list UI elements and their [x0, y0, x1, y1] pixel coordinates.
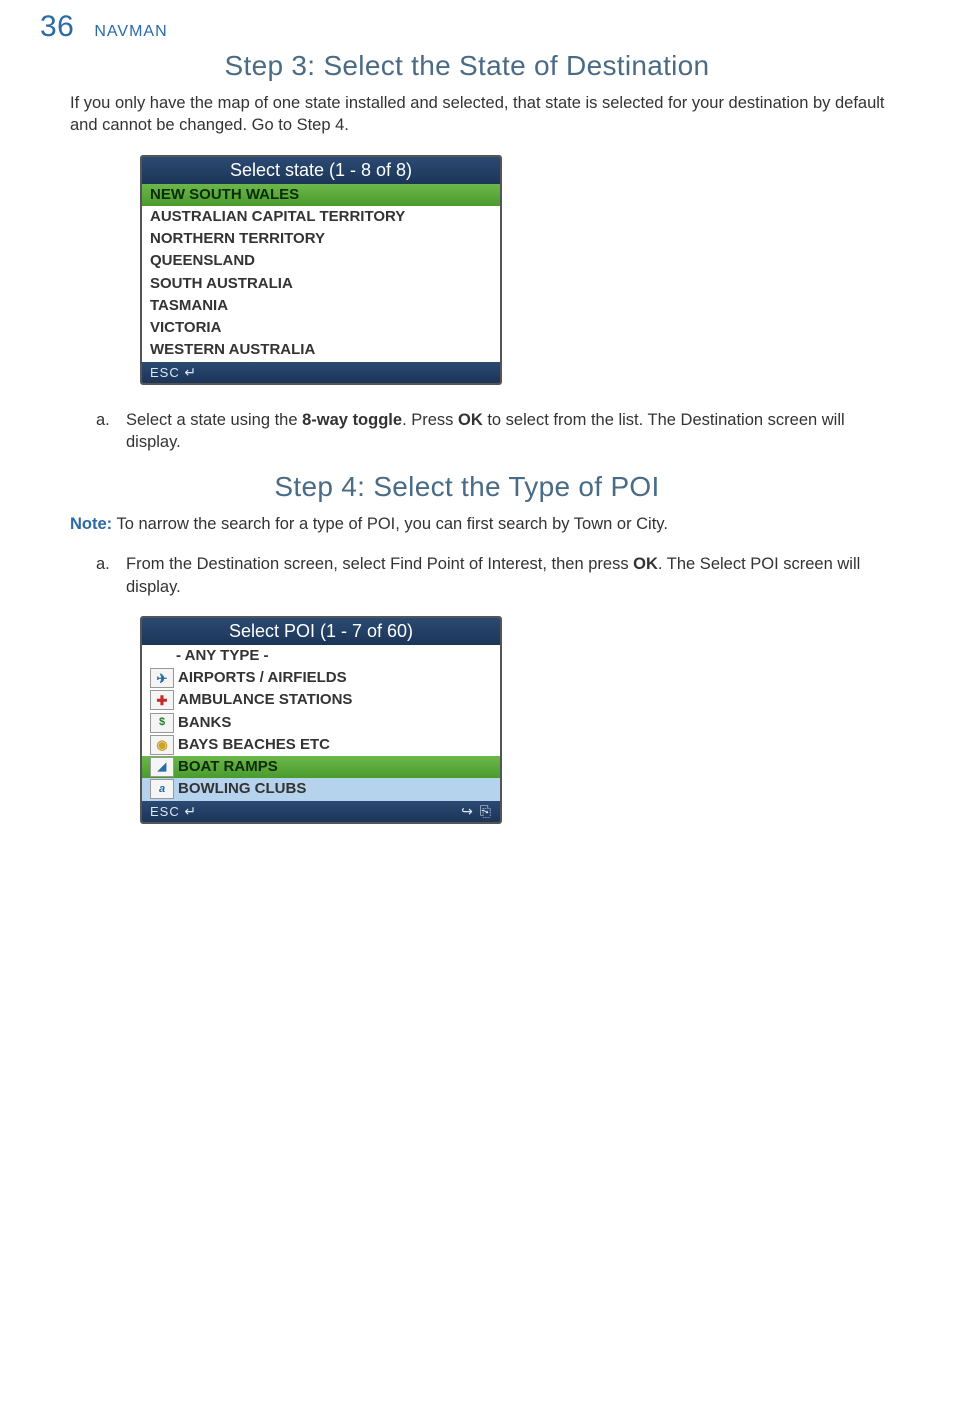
- list-item-label: NORTHERN TERRITORY: [150, 229, 325, 249]
- list-item-label: WESTERN AUSTRALIA: [150, 340, 315, 360]
- list-item[interactable]: VICTORIA: [142, 317, 500, 339]
- airplane-icon: ✈: [150, 668, 174, 688]
- brand-label: NAVMAN: [94, 23, 167, 41]
- boat-ramp-icon: ◢: [150, 757, 174, 777]
- select-state-titlebar: Select state (1 - 8 of 8): [142, 157, 500, 184]
- list-item-label: AMBULANCE STATIONS: [178, 690, 352, 710]
- enter-icon: ↵: [184, 364, 197, 380]
- bank-icon: $: [150, 713, 174, 733]
- list-item-label: BANKS: [178, 713, 231, 733]
- list-item[interactable]: NEW SOUTH WALES: [142, 184, 500, 206]
- beach-icon: ◉: [150, 735, 174, 755]
- list-item-label: AIRPORTS / AIRFIELDS: [178, 668, 347, 688]
- note-text: To narrow the search for a type of POI, …: [112, 515, 668, 533]
- list-item-label: QUEENSLAND: [150, 251, 255, 271]
- esc-label[interactable]: ESC ↵: [150, 803, 197, 820]
- list-item[interactable]: AUSTRALIAN CAPITAL TERRITORY: [142, 206, 500, 228]
- bullet-bold-1: 8-way toggle: [302, 411, 402, 429]
- bullet-bold-2: OK: [458, 411, 483, 429]
- step3-bullet-a: a. Select a state using the 8-way toggle…: [96, 409, 894, 454]
- loop-icon[interactable]: ↪: [461, 803, 474, 820]
- list-item[interactable]: QUEENSLAND: [142, 250, 500, 272]
- list-item[interactable]: ✈ AIRPORTS / AIRFIELDS: [142, 667, 500, 689]
- list-item-label: BOAT RAMPS: [178, 757, 278, 777]
- list-item-label: BOWLING CLUBS: [178, 779, 306, 799]
- bullet-marker: a.: [96, 409, 110, 431]
- list-item[interactable]: NORTHERN TERRITORY: [142, 228, 500, 250]
- bowling-icon: a: [150, 779, 174, 799]
- list-item[interactable]: ✚ AMBULANCE STATIONS: [142, 689, 500, 711]
- copy-icon[interactable]: ⎘: [480, 803, 492, 820]
- list-item-label: BAYS BEACHES ETC: [178, 735, 330, 755]
- bullet-text-part: From the Destination screen, select Find…: [126, 555, 633, 573]
- list-item-label: - ANY TYPE -: [176, 646, 269, 666]
- list-item[interactable]: TASMANIA: [142, 295, 500, 317]
- select-state-screenshot: Select state (1 - 8 of 8) NEW SOUTH WALE…: [140, 155, 502, 385]
- page-number: 36: [40, 10, 74, 44]
- esc-label[interactable]: ESC ↵: [150, 364, 197, 381]
- list-item[interactable]: a BOWLING CLUBS: [142, 778, 500, 800]
- list-item[interactable]: - ANY TYPE -: [142, 645, 500, 667]
- list-item[interactable]: ◢ BOAT RAMPS: [142, 756, 500, 778]
- list-item[interactable]: SOUTH AUSTRALIA: [142, 273, 500, 295]
- bullet-text-part: Select a state using the: [126, 411, 302, 429]
- list-item-label: NEW SOUTH WALES: [150, 185, 299, 205]
- bullet-text-part: . Press: [402, 411, 458, 429]
- select-poi-titlebar: Select POI (1 - 7 of 60): [142, 618, 500, 645]
- step3-title: Step 3: Select the State of Destination: [40, 50, 894, 82]
- medical-cross-icon: ✚: [150, 690, 174, 710]
- step4-bullet-a: a. From the Destination screen, select F…: [96, 553, 894, 598]
- page-header: 36 NAVMAN: [40, 10, 894, 44]
- enter-icon: ↵: [184, 803, 197, 819]
- step4-title: Step 4: Select the Type of POI: [40, 471, 894, 503]
- step4-note: Note: To narrow the search for a type of…: [70, 513, 894, 535]
- bullet-marker: a.: [96, 553, 110, 575]
- step3-intro: If you only have the map of one state in…: [70, 92, 894, 137]
- select-poi-screenshot: Select POI (1 - 7 of 60) - ANY TYPE - ✈ …: [140, 616, 502, 824]
- footer-right: ↪ ⎘: [461, 803, 492, 820]
- list-item[interactable]: ◉ BAYS BEACHES ETC: [142, 734, 500, 756]
- select-poi-list: - ANY TYPE - ✈ AIRPORTS / AIRFIELDS ✚ AM…: [142, 645, 500, 801]
- select-state-footer: ESC ↵: [142, 362, 500, 383]
- select-state-list: NEW SOUTH WALES AUSTRALIAN CAPITAL TERRI…: [142, 184, 500, 362]
- list-item-label: VICTORIA: [150, 318, 221, 338]
- note-label: Note:: [70, 515, 112, 533]
- list-item[interactable]: $ BANKS: [142, 712, 500, 734]
- page-root: 36 NAVMAN Step 3: Select the State of De…: [0, 0, 954, 1248]
- list-item-label: TASMANIA: [150, 296, 228, 316]
- bullet-bold-1: OK: [633, 555, 658, 573]
- list-item-label: SOUTH AUSTRALIA: [150, 274, 293, 294]
- blank-icon: [150, 647, 172, 665]
- list-item-label: AUSTRALIAN CAPITAL TERRITORY: [150, 207, 405, 227]
- list-item[interactable]: WESTERN AUSTRALIA: [142, 339, 500, 361]
- select-poi-footer: ESC ↵ ↪ ⎘: [142, 801, 500, 822]
